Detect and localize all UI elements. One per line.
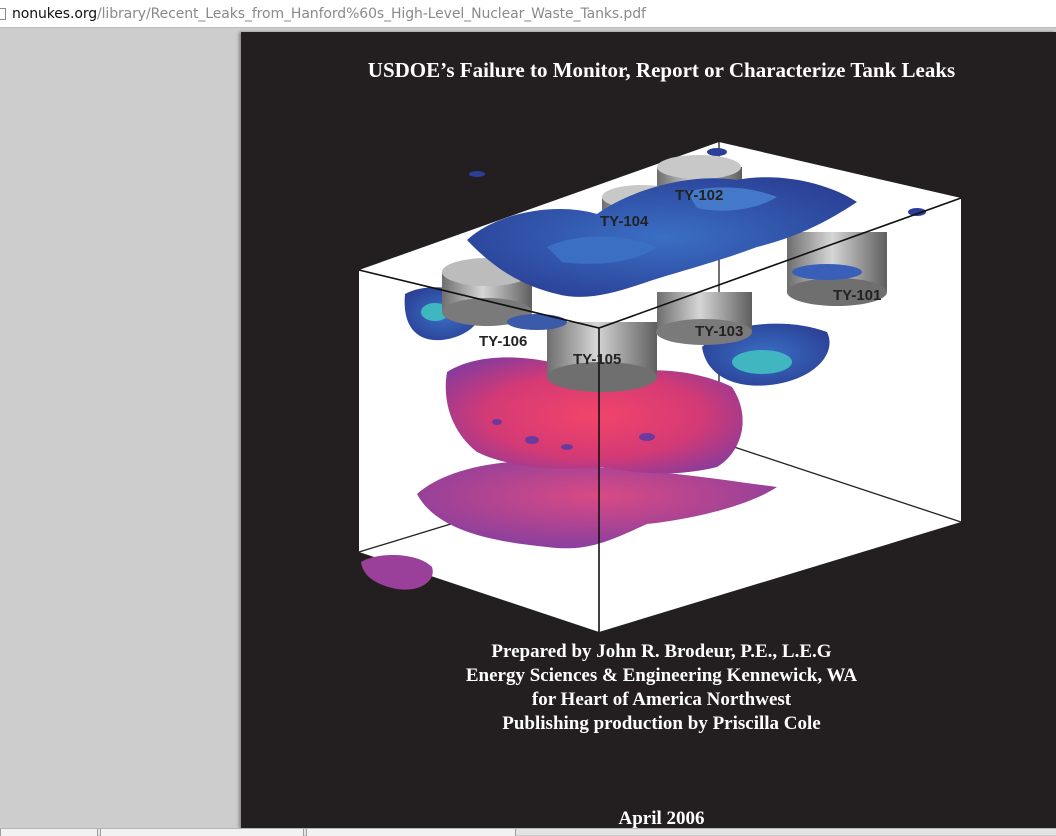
- tank-label-ty-103: TY-103: [695, 323, 743, 340]
- pdf-page: USDOE’s Failure to Monitor, Report or Ch…: [241, 32, 1056, 829]
- credit-line: for Heart of America Northwest: [531, 689, 792, 710]
- credit-line: Energy Sciences & Engineering Kennewick,…: [465, 665, 858, 686]
- credit-line: Prepared by John R. Brodeur, P.E., L.E.G: [491, 641, 832, 662]
- credits-block: Prepared by John R. Brodeur, P.E., L.E.G…: [241, 640, 1056, 736]
- tank-label-ty-104: TY-104: [600, 213, 649, 230]
- url-text[interactable]: nonukes.org/library/Recent_Leaks_from_Ha…: [12, 6, 646, 22]
- url-path: /library/Recent_Leaks_from_Hanford%60s_H…: [97, 5, 646, 22]
- bottom-tab-strip: [0, 828, 1056, 836]
- page-icon: [0, 7, 6, 20]
- tank-label-ty-101: TY-101: [833, 287, 881, 304]
- document-date: April 2006: [618, 808, 705, 829]
- tank-label-ty-102: TY-102: [675, 187, 723, 204]
- url-domain: nonukes.org: [12, 5, 98, 22]
- document-title: USDOE’s Failure to Monitor, Report or Ch…: [367, 58, 956, 82]
- address-bar[interactable]: nonukes.org/library/Recent_Leaks_from_Ha…: [0, 0, 1056, 28]
- credit-line: Publishing production by Priscilla Cole: [502, 713, 821, 734]
- tank-leak-figure: TY-102 TY-104 TY-101 TY-106 TY-103 TY-10…: [358, 142, 962, 632]
- tank-label-ty-106: TY-106: [479, 333, 527, 350]
- tank-label-ty-105: TY-105: [573, 351, 621, 368]
